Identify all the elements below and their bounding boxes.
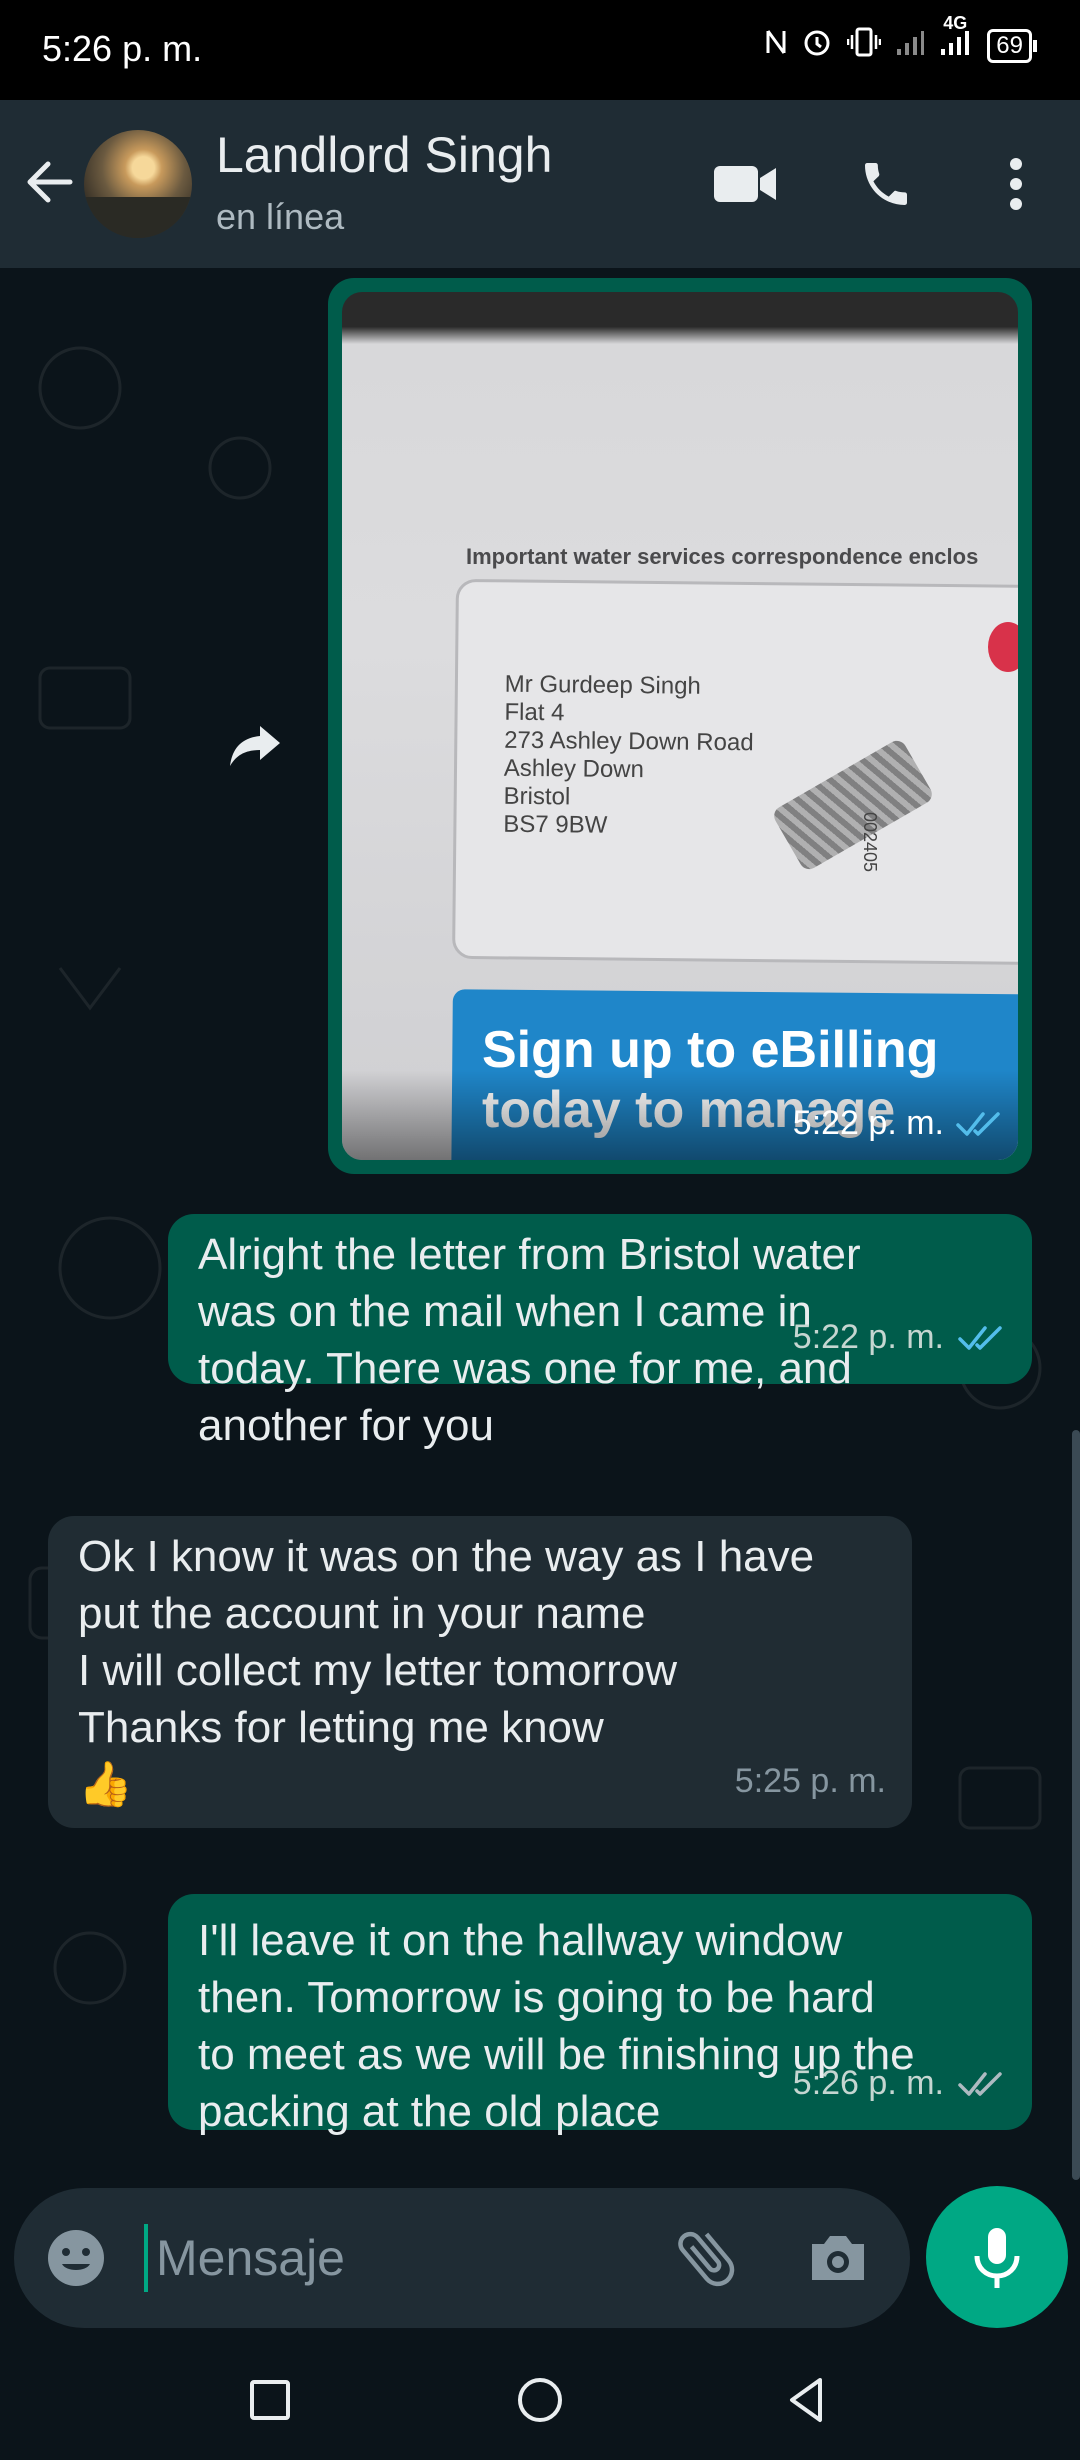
message-meta: 5:22 p. m. (793, 1309, 1006, 1366)
image-message[interactable]: Important water services correspondence … (328, 278, 1032, 1174)
message-time: 5:22 p. m. (792, 1318, 944, 1356)
status-icons: 4G 69 (765, 13, 1037, 66)
forward-icon[interactable] (222, 708, 292, 778)
text-caret (144, 2224, 148, 2292)
status-bar: 5:26 p. m. 4G 69 (0, 0, 1080, 100)
battery-icon: 69 (987, 29, 1037, 63)
status-time: 5:26 p. m. (42, 28, 203, 69)
recents-button[interactable] (238, 2368, 302, 2432)
nfc-icon (765, 27, 787, 65)
message-meta: 5:26 p. m. (793, 2055, 1006, 2112)
outgoing-message[interactable]: Alright the letter from Bristol water wa… (168, 1214, 1032, 1450)
double-check-read-icon (958, 1325, 1002, 1350)
message-meta: 5:25 p. m. (735, 1753, 886, 1810)
battery-level: 69 (996, 32, 1023, 59)
video-call-icon[interactable] (710, 154, 780, 214)
microphone-button[interactable] (926, 2186, 1068, 2328)
contact-name[interactable]: Landlord Singh (216, 126, 552, 184)
attach-icon[interactable] (670, 2222, 742, 2294)
network-type: 4G (943, 13, 968, 33)
contact-status: en línea (216, 196, 345, 237)
message-time: 5:26 p. m. (792, 2064, 944, 2102)
photo-heading: Important water services correspondence … (466, 544, 979, 569)
double-check-read-icon (956, 1111, 1000, 1136)
more-vert-icon[interactable] (996, 154, 1036, 214)
chat-header: Landlord Singh en línea (0, 100, 1080, 268)
back-nav-button[interactable] (776, 2368, 840, 2432)
double-check-delivered-icon (958, 2071, 1002, 2096)
outgoing-message[interactable]: I'll leave it on the hallway window then… (168, 1894, 1032, 2136)
message-input[interactable] (156, 2222, 656, 2294)
scrollbar[interactable] (1072, 1430, 1080, 2180)
system-nav-bar (0, 2340, 1080, 2460)
emoji-icon[interactable] (44, 2226, 108, 2290)
camera-watermark: ZTE Axon 30 5G (362, 1138, 488, 1160)
home-button[interactable] (508, 2368, 572, 2432)
chat-area[interactable]: Important water services correspondence … (0, 268, 1080, 2188)
message-meta: 5:22 p. m. (793, 1095, 1004, 1152)
photo-code: 002405 (860, 812, 880, 873)
signal-4g-icon: 4G (939, 13, 973, 65)
camera-icon[interactable] (804, 2224, 872, 2292)
message-time: 5:22 p. m. (792, 1104, 944, 1142)
avatar[interactable] (84, 130, 192, 238)
microphone-icon (974, 2228, 1020, 2288)
photo-address: Mr Gurdeep Singh Flat 4 273 Ashley Down … (503, 670, 754, 839)
message-composer (14, 2188, 910, 2328)
back-arrow-icon[interactable] (20, 152, 80, 212)
letter-photo[interactable]: Important water services correspondence … (342, 292, 1018, 1160)
signal-icon (895, 27, 925, 65)
phone-icon[interactable] (856, 154, 916, 214)
vibrate-icon (847, 26, 882, 66)
alarm-icon (801, 26, 833, 66)
message-time: 5:25 p. m. (734, 1762, 886, 1800)
incoming-message[interactable]: Ok I know it was on the way as I have pu… (48, 1516, 912, 1828)
